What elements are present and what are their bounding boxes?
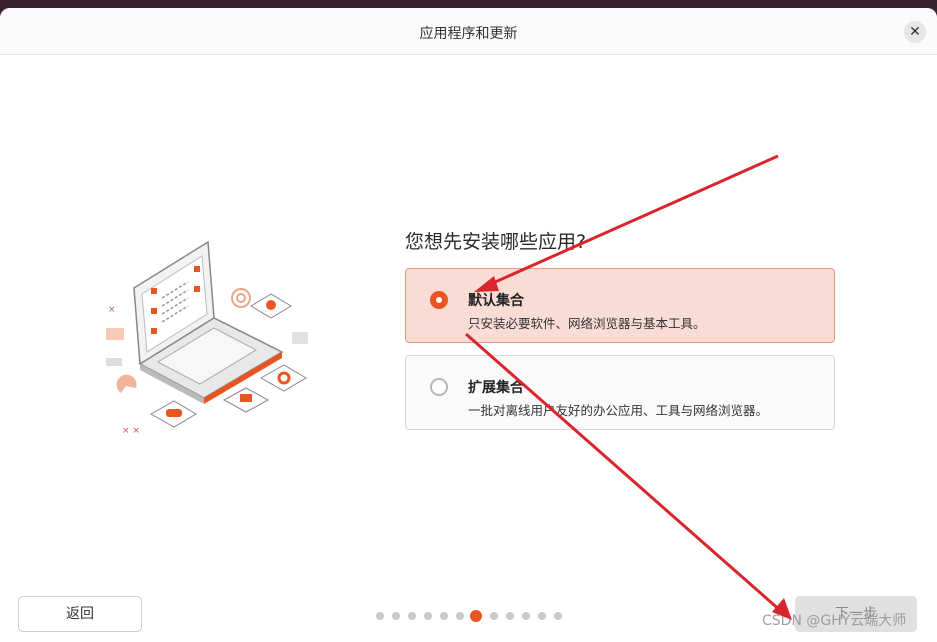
installer-window: 应用程序和更新 ✕ × × × 您想先安装哪些应用? 默认集合 只安装必要软件、…	[0, 8, 937, 642]
progress-dot	[506, 612, 514, 620]
laptop-illustration: × × ×	[106, 240, 308, 436]
progress-dot-current	[470, 610, 482, 622]
progress-dot	[376, 612, 384, 620]
svg-text:× ×: × ×	[122, 426, 140, 436]
progress-dot	[392, 612, 400, 620]
close-button[interactable]: ✕	[904, 21, 926, 43]
watermark: CSDN @GHY云端大师	[762, 613, 907, 629]
title-bar: 应用程序和更新 ✕	[0, 8, 937, 55]
radio-default-collection[interactable]	[430, 291, 448, 309]
option-description: 只安装必要软件、网络浏览器与基本工具。	[468, 316, 706, 331]
radio-extended-collection[interactable]	[430, 378, 448, 396]
option-title: 扩展集合	[468, 380, 524, 396]
svg-text:×: ×	[108, 305, 116, 315]
progress-dot	[522, 612, 530, 620]
progress-dot	[456, 612, 464, 620]
progress-dot	[490, 612, 498, 620]
back-button[interactable]: 返回	[18, 596, 142, 632]
option-title: 默认集合	[468, 293, 524, 309]
close-icon: ✕	[909, 24, 921, 40]
window-title: 应用程序和更新	[419, 26, 518, 42]
option-description: 一批对离线用户友好的办公应用、工具与网络浏览器。	[468, 403, 769, 418]
option-extended-collection[interactable]: 扩展集合 一批对离线用户友好的办公应用、工具与网络浏览器。	[405, 355, 835, 430]
progress-dot	[424, 612, 432, 620]
option-default-collection[interactable]: 默认集合 只安装必要软件、网络浏览器与基本工具。	[405, 268, 835, 343]
apps-question: 您想先安装哪些应用?	[405, 231, 587, 253]
progress-dot	[538, 612, 546, 620]
progress-dot	[440, 612, 448, 620]
progress-dot	[554, 612, 562, 620]
progress-dot	[408, 612, 416, 620]
